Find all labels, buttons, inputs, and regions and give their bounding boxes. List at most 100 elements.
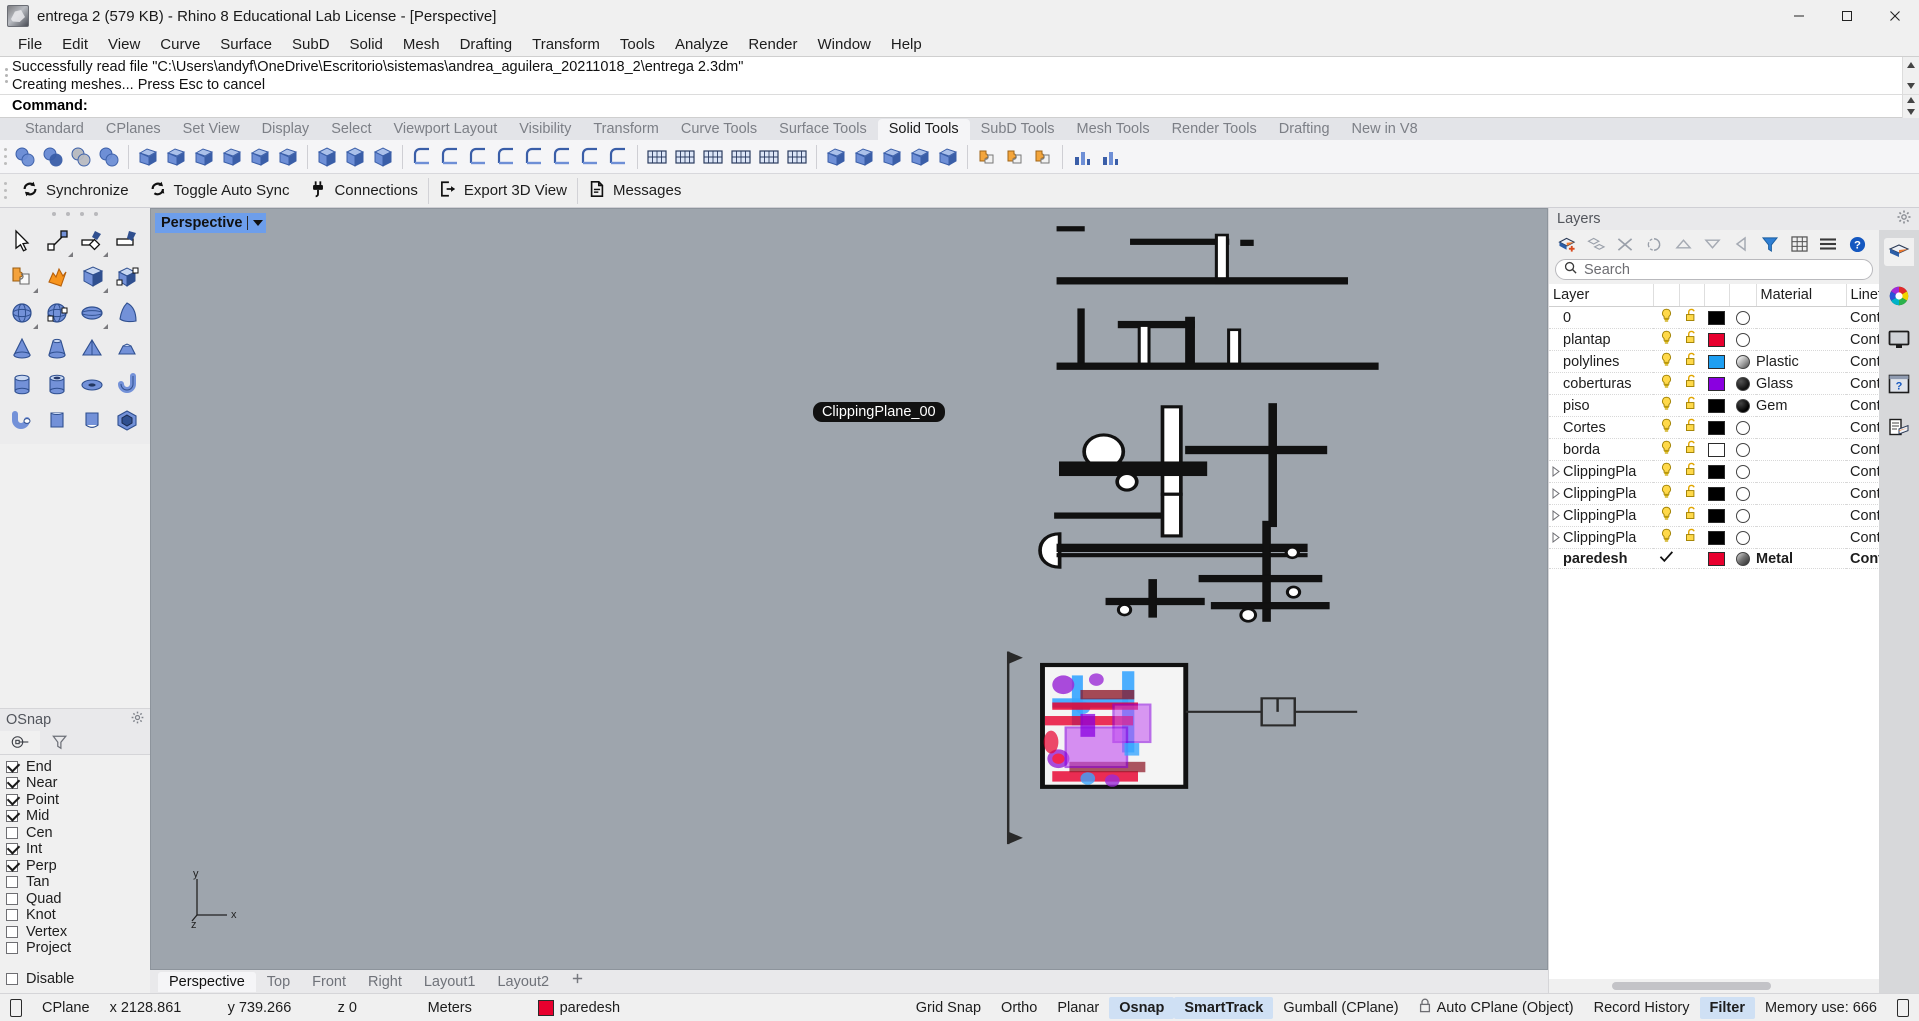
- tool-palette-grip[interactable]: [0, 208, 150, 219]
- layer-material-swatch[interactable]: [1729, 394, 1756, 417]
- layer-row[interactable]: ClippingPla Conti: [1549, 482, 1879, 505]
- checkbox[interactable]: [6, 760, 18, 773]
- toolbar-tab-drafting[interactable]: Drafting: [1268, 119, 1341, 140]
- layer-visibility-toggle[interactable]: [1653, 438, 1679, 461]
- menu-transform[interactable]: Transform: [522, 34, 610, 55]
- layers-tab-icon[interactable]: [1884, 238, 1914, 266]
- pipe-cap-icon[interactable]: [6, 403, 40, 438]
- osnap-option-project[interactable]: Project: [6, 940, 150, 957]
- layer-color-swatch[interactable]: [1704, 372, 1729, 395]
- status-resize-grip[interactable]: [1887, 997, 1919, 1019]
- box-edit-icon[interactable]: [246, 142, 274, 172]
- sphere-3pt-icon[interactable]: [41, 295, 75, 330]
- checkbox[interactable]: [6, 826, 18, 839]
- solid-offset-icon[interactable]: [436, 142, 464, 172]
- layer-linetype[interactable]: Conti: [1846, 526, 1879, 549]
- minimize-button[interactable]: [1775, 0, 1823, 32]
- solid-union-icon[interactable]: [274, 142, 302, 172]
- menu-subd[interactable]: SubD: [282, 34, 340, 55]
- checkbox[interactable]: [6, 876, 18, 889]
- properties-tab-icon[interactable]: [1884, 414, 1914, 442]
- toggle-auto-sync-button[interactable]: Toggle Auto Sync: [139, 177, 300, 205]
- toolbar-grip[interactable]: [0, 140, 11, 174]
- prompt-scroll-down-icon[interactable]: [1903, 106, 1919, 118]
- layer-linetype[interactable]: Conti: [1846, 460, 1879, 483]
- osnap-option-mid[interactable]: Mid: [6, 808, 150, 825]
- rotate-hole-icon[interactable]: [755, 142, 783, 172]
- menu-icon[interactable]: [1814, 232, 1842, 256]
- toolbar-tab-viewport-layout[interactable]: Viewport Layout: [383, 119, 509, 140]
- layer-material-swatch[interactable]: [1729, 416, 1756, 439]
- viewport-tab-layout1[interactable]: Layout1: [413, 972, 487, 992]
- extrude-along-curve-icon[interactable]: [162, 142, 190, 172]
- menu-edit[interactable]: Edit: [52, 34, 98, 55]
- toolbar-tab-render-tools[interactable]: Render Tools: [1161, 119, 1268, 140]
- pyramid-icon[interactable]: [76, 331, 110, 366]
- command-scrollbar[interactable]: [1902, 57, 1919, 94]
- polyline-icon[interactable]: [76, 223, 110, 258]
- color-wheel-icon[interactable]: [1884, 282, 1914, 310]
- select-arrow-icon[interactable]: [6, 223, 40, 258]
- help-icon[interactable]: ?: [1843, 232, 1871, 256]
- viewport-tab-perspective[interactable]: Perspective: [158, 971, 256, 992]
- filter-icon[interactable]: [1756, 232, 1784, 256]
- status-toggle-auto-cplane[interactable]: Auto CPlane (Object): [1409, 997, 1584, 1019]
- status-toggle-osnap[interactable]: Osnap: [1109, 996, 1175, 1019]
- checkbox[interactable]: [6, 777, 18, 790]
- status-toggle-smarttrack[interactable]: SmartTrack: [1174, 996, 1274, 1019]
- toolbar-tab-curve-tools[interactable]: Curve Tools: [670, 119, 768, 140]
- layer-lock-toggle[interactable]: [1679, 306, 1704, 329]
- layer-name-cell[interactable]: piso: [1549, 394, 1653, 417]
- search-input[interactable]: [1582, 260, 1864, 279]
- layer-linetype[interactable]: Conti: [1846, 438, 1879, 461]
- status-toggle-filter[interactable]: Filter: [1699, 996, 1755, 1019]
- toolbar-tab-standard[interactable]: Standard: [14, 119, 95, 140]
- tube-icon[interactable]: [41, 367, 75, 402]
- menu-curve[interactable]: Curve: [150, 34, 210, 55]
- layer-name-cell[interactable]: 0: [1549, 306, 1653, 329]
- layer-color-swatch[interactable]: [1704, 438, 1729, 461]
- layer-row[interactable]: ClippingPla Conti: [1549, 460, 1879, 483]
- layer-material-name[interactable]: [1756, 504, 1846, 527]
- scroll-up-icon[interactable]: [1903, 57, 1919, 73]
- close-button[interactable]: [1871, 0, 1919, 32]
- layer-name-cell[interactable]: ClippingPla: [1549, 460, 1653, 483]
- layer-linetype[interactable]: Conti: [1846, 416, 1879, 439]
- layer-material-swatch[interactable]: [1729, 548, 1756, 569]
- status-toggle-record-history[interactable]: Record History: [1584, 997, 1700, 1019]
- menu-solid[interactable]: Solid: [340, 34, 393, 55]
- toolbar-tab-surface-tools[interactable]: Surface Tools: [768, 119, 878, 140]
- layer-color-swatch[interactable]: [1704, 416, 1729, 439]
- layer-color-swatch[interactable]: [1704, 460, 1729, 483]
- layer-visibility-toggle[interactable]: [1653, 350, 1679, 373]
- mesh-from-solid-icon[interactable]: [973, 142, 1001, 172]
- truncated-pyramid-icon[interactable]: [111, 331, 145, 366]
- gear-icon[interactable]: [131, 711, 144, 728]
- shell-icon[interactable]: [464, 142, 492, 172]
- layer-linetype[interactable]: Conti: [1846, 482, 1879, 505]
- toolbar-tab-mesh-tools[interactable]: Mesh Tools: [1066, 119, 1161, 140]
- layer-material-swatch[interactable]: [1729, 438, 1756, 461]
- layer-material-name[interactable]: Plastic: [1756, 350, 1846, 373]
- viewport-tab-right[interactable]: Right: [357, 972, 413, 992]
- layer-lock-toggle[interactable]: [1679, 394, 1704, 417]
- toolbar-tab-set-view[interactable]: Set View: [172, 119, 251, 140]
- layer-material-name[interactable]: [1756, 526, 1846, 549]
- line-segment-icon[interactable]: [111, 223, 145, 258]
- command-input[interactable]: [88, 96, 1902, 117]
- maximize-button[interactable]: [1823, 0, 1871, 32]
- extrude-surface-icon[interactable]: [41, 403, 75, 438]
- viewport-title-bar[interactable]: Perspective: [155, 213, 267, 233]
- checkbox[interactable]: [6, 892, 18, 905]
- sphere-icon[interactable]: [6, 295, 40, 330]
- layer-lock-toggle[interactable]: [1679, 526, 1704, 549]
- menu-help[interactable]: Help: [881, 34, 932, 55]
- layer-material-swatch[interactable]: [1729, 460, 1756, 483]
- mesh-dense-icon[interactable]: [1029, 142, 1057, 172]
- layer-name-cell[interactable]: Cortes: [1549, 416, 1653, 439]
- explode-icon[interactable]: [41, 259, 75, 294]
- layer-name-cell[interactable]: ClippingPla: [1549, 526, 1653, 549]
- column-header-color[interactable]: [1704, 284, 1730, 307]
- perspective-viewport[interactable]: Perspective ClippingPlane_00 y x z: [150, 208, 1548, 970]
- osnap-option-vertex[interactable]: Vertex: [6, 924, 150, 941]
